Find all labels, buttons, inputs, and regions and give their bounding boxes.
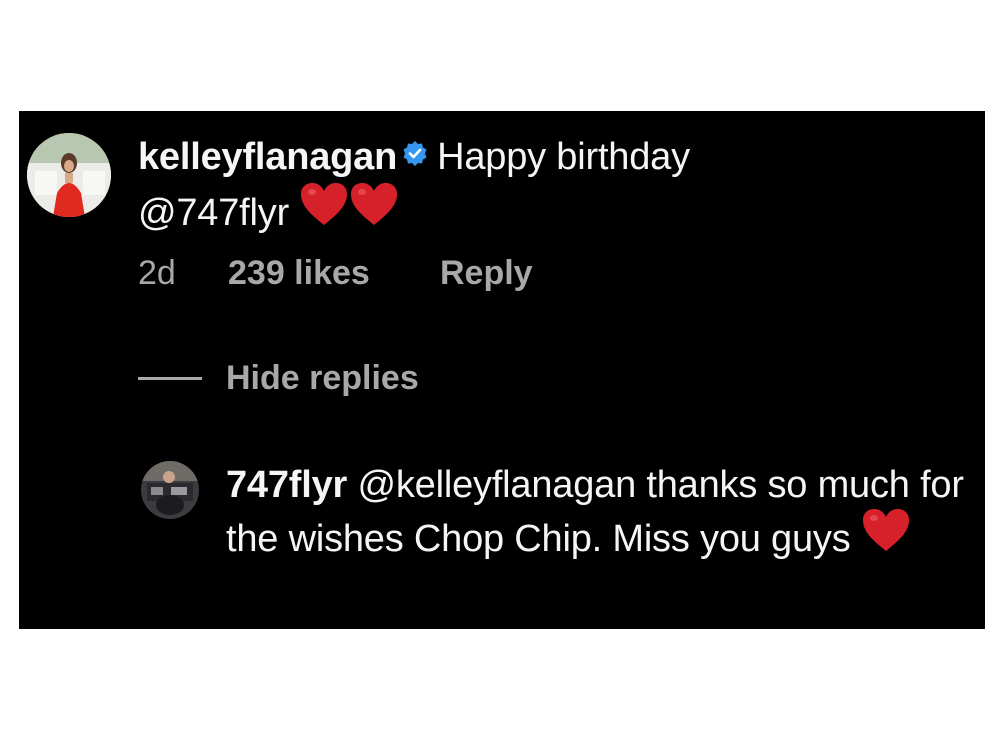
avatar-747flyr[interactable] — [141, 461, 199, 519]
comment-mention[interactable]: @747flyr — [138, 192, 289, 234]
divider-line — [138, 377, 202, 380]
comment-thread: kelleyflanagan Happy birthday @747flyr 2d… — [19, 111, 985, 629]
reply-button[interactable]: Reply — [440, 254, 533, 293]
reply-username[interactable]: 747flyr — [226, 464, 347, 506]
comment-body: kelleyflanagan Happy birthday @747flyr — [138, 131, 938, 245]
comment-text: Happy birthday — [437, 136, 690, 178]
reply-body: 747flyr @kelleyflanagan thanks so much f… — [226, 459, 966, 571]
comment-timestamp: 2d — [138, 254, 176, 292]
comment-username[interactable]: kelleyflanagan — [138, 136, 397, 178]
red-heart-icon — [861, 507, 911, 567]
comment-meta: 2d 239 likes Reply — [138, 254, 533, 293]
hide-replies-label: Hide replies — [226, 359, 419, 397]
avatar-kelleyflanagan[interactable] — [27, 133, 111, 217]
hide-replies-button[interactable]: Hide replies — [138, 359, 419, 398]
comment-likes-count[interactable]: 239 likes — [228, 254, 440, 293]
reply-mention[interactable]: @kelleyflanagan — [358, 464, 637, 506]
red-heart-icon — [349, 181, 399, 241]
red-heart-icon — [299, 181, 349, 241]
verified-badge-icon — [401, 130, 429, 182]
